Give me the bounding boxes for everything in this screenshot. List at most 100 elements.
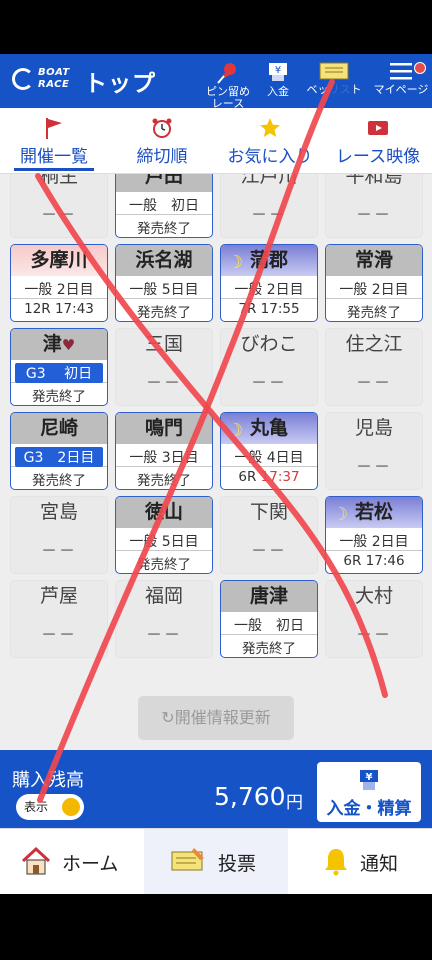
venue-card[interactable]: 若松 ☽ 一般 2日目 6R 17:46 bbox=[325, 496, 423, 574]
venue-card[interactable]: 多摩川 一般 2日目 12R 17:43 bbox=[10, 244, 108, 322]
tab-race-video[interactable]: レース映像 bbox=[324, 108, 432, 174]
bet-list-label: ベッリスト bbox=[306, 83, 362, 96]
tab-video-label: レース映像 bbox=[335, 147, 421, 167]
grade-day-label: G3 2日目 bbox=[14, 447, 104, 467]
tab-schedule-list[interactable]: 開催一覧 bbox=[0, 108, 108, 174]
venue-name: 福岡 bbox=[144, 585, 183, 607]
race-number: 12R bbox=[24, 301, 55, 317]
deposit-header-button[interactable]: ¥ 入金 bbox=[248, 58, 308, 106]
venue-no-race: －－ bbox=[250, 205, 287, 224]
grade-day-label: 一般 2日目 bbox=[11, 279, 107, 299]
venue-card[interactable]: 住之江 －－ bbox=[325, 328, 423, 406]
venue-no-race: －－ bbox=[40, 625, 77, 644]
mypage-button[interactable]: マイページ bbox=[370, 58, 432, 106]
boatrace-logo[interactable]: BOAT RACE bbox=[12, 66, 74, 94]
venue-card[interactable]: 尼崎 G3 2日目 発売終了 bbox=[10, 412, 108, 490]
home-icon bbox=[21, 846, 51, 875]
race-number: 6R bbox=[343, 553, 366, 569]
venue-name: 住之江 bbox=[345, 333, 403, 355]
tab-deadline-order[interactable]: 締切順 bbox=[108, 108, 216, 174]
venue-card[interactable]: 大村 －－ bbox=[325, 580, 423, 658]
venue-name: 児島 bbox=[354, 417, 393, 439]
venue-card[interactable]: 桐生 －－ bbox=[10, 174, 108, 238]
grade-day-label: 一般 初日 bbox=[221, 615, 317, 635]
svg-text:¥: ¥ bbox=[275, 65, 281, 76]
venue-card[interactable]: 徳山一般 5日目発売終了 bbox=[115, 496, 213, 574]
tab-deadline-label: 締切順 bbox=[136, 147, 188, 167]
venue-no-race: －－ bbox=[355, 205, 392, 224]
sales-status: 発売終了 bbox=[242, 641, 296, 657]
venue-card[interactable]: 江戸川 －－ bbox=[220, 174, 318, 238]
nav-home-label: ホーム bbox=[62, 853, 119, 875]
venue-card[interactable]: 下関 －－ bbox=[220, 496, 318, 574]
grade-day-label: 一般 2日目 bbox=[326, 531, 422, 551]
venue-name: 浜名湖 bbox=[116, 245, 212, 276]
sales-status: 発売終了 bbox=[137, 557, 191, 573]
venue-card[interactable]: 平和島 －－ bbox=[325, 174, 423, 238]
race-number: 7R bbox=[238, 301, 261, 317]
venue-card[interactable]: 児島 －－ bbox=[325, 412, 423, 490]
venue-card[interactable]: 津♥ G3 初日 発売終了 bbox=[10, 328, 108, 406]
venue-no-race: －－ bbox=[250, 373, 287, 392]
moon-icon: ☽ bbox=[227, 420, 244, 441]
grade-day-label: 一般 初日 bbox=[116, 195, 212, 215]
logo-text-boat: BOAT bbox=[38, 67, 70, 78]
venue-card[interactable]: 唐津 一般 初日 発売終了 bbox=[220, 580, 318, 658]
top-header: BOAT RACE トップ ピン留め レース ¥ 入金 ベッリスト マイページ bbox=[0, 54, 432, 110]
venue-card[interactable]: 浜名湖 一般 5日目 発売終了 bbox=[115, 244, 213, 322]
venue-grid: ↻開催情報更新 桐生 －－ 戸田 一般 初日 発売終了 江戸川 －－ 平和島 －－ 多摩川 一般 2… bbox=[0, 174, 432, 750]
bell-icon bbox=[325, 849, 347, 876]
sales-status: 発売終了 bbox=[32, 389, 86, 405]
svg-text:¥: ¥ bbox=[366, 772, 373, 783]
logo-swoosh-icon bbox=[12, 68, 34, 90]
grade-day-label: 一般 5日目 bbox=[116, 531, 212, 551]
venue-name: 徳山 bbox=[116, 497, 212, 528]
toggle-label: 表示 bbox=[24, 800, 49, 814]
venue-card[interactable]: 鳴門 一般 3日目 発売終了 bbox=[115, 412, 213, 490]
refresh-schedule-button[interactable]: ↻開催情報更新 bbox=[138, 696, 294, 740]
deposit-settle-label: 入金・精算 bbox=[326, 799, 412, 819]
balance-display-toggle[interactable]: 表示 bbox=[16, 794, 84, 820]
nav-vote[interactable]: 投票 bbox=[144, 829, 288, 895]
grade-day-label: G3 初日 bbox=[14, 363, 104, 383]
venue-name: びわこ bbox=[240, 333, 298, 355]
next-race-info: 6R 17:37 bbox=[221, 469, 317, 485]
venue-no-race: －－ bbox=[145, 625, 182, 644]
page-title: トップ bbox=[84, 71, 156, 97]
sales-status: 発売終了 bbox=[137, 221, 191, 237]
venue-name: 蒲郡 ☽ bbox=[221, 245, 317, 276]
venue-card[interactable]: 常滑 一般 2日目 発売終了 bbox=[325, 244, 423, 322]
venue-name: 多摩川 bbox=[11, 245, 107, 276]
sales-status: 発売終了 bbox=[137, 305, 191, 321]
venue-name: 平和島 bbox=[345, 174, 403, 187]
yen-deposit-icon: ¥ bbox=[360, 770, 378, 790]
venue-name: 芦屋 bbox=[39, 585, 78, 607]
venue-no-race: －－ bbox=[145, 373, 182, 392]
bottom-navigation: ホーム 投票 通知 bbox=[0, 828, 432, 895]
venue-card[interactable]: 宮島 －－ bbox=[10, 496, 108, 574]
grade-badge: G3 2日目 bbox=[11, 447, 107, 467]
ticket-icon bbox=[171, 848, 204, 871]
venue-card[interactable]: 芦屋 －－ bbox=[10, 580, 108, 658]
tab-schedule-label: 開催一覧 bbox=[20, 147, 88, 167]
bet-list-button[interactable]: ベッリスト bbox=[302, 58, 366, 106]
deposit-settle-button[interactable]: ¥ 入金・精算 bbox=[317, 762, 421, 822]
deadline-time: 17:46 bbox=[365, 553, 405, 569]
deadline-time: 17:55 bbox=[260, 301, 300, 317]
nav-notifications[interactable]: 通知 bbox=[288, 829, 432, 895]
venue-card[interactable]: 蒲郡 ☽ 一般 2日目 7R 17:55 bbox=[220, 244, 318, 322]
venue-card[interactable]: 戸田 一般 初日 発売終了 bbox=[115, 174, 213, 238]
grade-day-label: 一般 2日目 bbox=[221, 279, 317, 299]
grade-day-label: 一般 4日目 bbox=[221, 447, 317, 467]
venue-card[interactable]: びわこ －－ bbox=[220, 328, 318, 406]
tab-favorites[interactable]: お気に入り bbox=[216, 108, 324, 174]
venue-card[interactable]: 福岡 －－ bbox=[115, 580, 213, 658]
venue-name: 江戸川 bbox=[240, 174, 298, 187]
venue-card[interactable]: 三国 －－ bbox=[115, 328, 213, 406]
star-icon bbox=[260, 118, 280, 137]
venue-card[interactable]: 丸亀 ☽ 一般 4日目 6R 17:37 bbox=[220, 412, 318, 490]
nav-home[interactable]: ホーム bbox=[0, 829, 144, 895]
menu-icon bbox=[390, 63, 412, 80]
purchase-balance-bar: 購入残高 表示 5,760 円 ¥ 入金・精算 bbox=[0, 750, 432, 828]
sales-status: 発売終了 bbox=[137, 473, 191, 489]
